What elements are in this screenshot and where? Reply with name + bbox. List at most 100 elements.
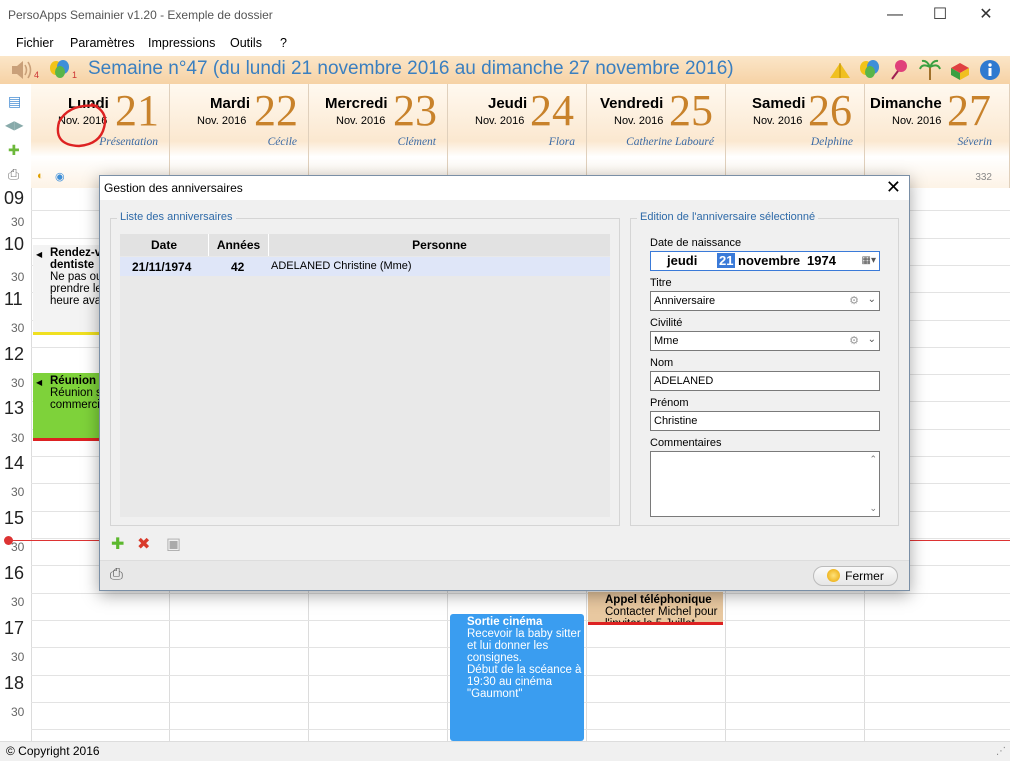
hour-label: 10 [4,234,25,254]
birthdate-day[interactable]: 21 [717,253,736,268]
chevron-down-icon[interactable]: ⌄ [868,294,876,305]
civilite-label: Civilité [650,317,683,329]
nom-field[interactable]: ADELANED [650,371,880,391]
birthday-list-group: Liste des anniversaires Date Années Pers… [110,211,620,526]
column-header-person[interactable]: Personne [269,234,610,256]
print-icon[interactable]: ⎙ [8,166,19,183]
gear-icon[interactable]: ⚙ [849,294,859,307]
titre-label: Titre [650,277,672,289]
add-icon[interactable]: ✚ [8,142,20,159]
chevron-down-icon[interactable]: ⌄ [868,334,876,345]
nom-label: Nom [650,357,674,369]
hour-label: 16 [4,563,25,583]
event-body: Contacter Michel pour l'inviter le 5 Jui… [605,606,718,625]
pin-icon[interactable] [889,59,911,81]
close-button[interactable]: ✕ [963,0,1009,31]
balloons-icon[interactable] [48,59,70,81]
event-appel[interactable]: Appel téléphonique Contacter Michel pour… [588,592,723,625]
day-count: 332 [975,172,992,183]
scroll-down-icon[interactable]: ⌄ [869,503,877,514]
day-name: Mardi [210,95,251,112]
maximize-button[interactable]: ☐ [917,0,963,31]
day-header-sunday[interactable]: Dimanche Nov. 2016 27 Séverin 332 [865,84,1010,188]
minimize-button[interactable]: — [872,0,918,31]
birthdate-label: Date de naissance [650,237,742,249]
menu-fichier[interactable]: Fichier [16,36,54,50]
view-list-icon[interactable]: ▤ [8,93,21,110]
gear-icon[interactable]: ⚙ [849,334,859,347]
birthdate-picker[interactable]: jeudi 21 novembre 1974 ▦▾ [650,251,880,271]
menu-outils[interactable]: Outils [230,36,262,50]
speaker-badge: 4 [34,70,40,80]
day-header-saturday[interactable]: Samedi Nov. 2016 26 Delphine [726,84,865,188]
birthday-table[interactable]: Date Années Personne 21/11/1974 42 ADELA… [120,234,610,517]
close-dialog-button[interactable]: Fermer [813,566,898,586]
birthdate-month[interactable]: novembre [738,253,800,268]
add-icon[interactable]: ✚ [111,534,124,554]
half-hour-label: 30 [11,376,25,390]
hour-label: 14 [4,453,25,473]
day-saint: Catherine Labouré [626,136,714,148]
gift-icon[interactable] [949,59,971,81]
grid-column-divider [31,188,32,741]
hour-label: 11 [4,289,23,309]
tent-icon[interactable] [829,59,851,81]
status-bar: © Copyright 2016 ⋰ [0,741,1010,761]
hour-label: 15 [4,508,25,528]
copyright-text: © Copyright 2016 [6,744,100,758]
table-row[interactable]: 21/11/1974 42 ADELANED Christine (Mme) [120,257,610,276]
cell-date: 21/11/1974 [132,260,192,274]
column-header-years[interactable]: Années [209,234,269,256]
birthdate-year[interactable]: 1974 [807,253,836,268]
half-hour-label: 30 [11,215,25,229]
palm-tree-icon[interactable] [919,59,941,81]
calendar-dropdown-icon[interactable]: ▦▾ [862,255,876,266]
day-header-wednesday[interactable]: Mercredi Nov. 2016 23 Clément [309,84,448,188]
reminder-icon: ◀ [36,250,43,259]
prenom-value: Christine [654,415,698,427]
half-hour-label: 30 [11,705,25,719]
day-name: Dimanche [870,95,942,112]
day-month: Nov. 2016 [475,115,525,127]
birthday-dialog: Gestion des anniversaires ✕ Liste des an… [99,175,910,591]
civilite-select[interactable]: Mme ⚙ ⌄ [650,331,880,351]
titre-select[interactable]: Anniversaire ⚙ ⌄ [650,291,880,311]
group-label: Liste des anniversaires [117,211,236,223]
day-saint: Clément [397,136,436,148]
save-icon[interactable]: ▣ [166,534,181,554]
day-header-tuesday[interactable]: Mardi Nov. 2016 22 Cécile [170,84,309,188]
half-hour-label: 30 [11,431,25,445]
dialog-close-icon[interactable]: ✕ [886,177,901,198]
day-month: Nov. 2016 [614,115,664,127]
day-header-monday[interactable]: Lundi Nov. 2016 21 Présentation ◐ ◉ [31,84,170,188]
speaker-icon[interactable] [10,59,32,81]
dialog-title: Gestion des anniversaires [104,181,243,195]
resize-grip-icon[interactable]: ⋰ [996,746,1006,757]
menu-bar: Fichier Paramètres Impressions Outils ? [0,31,1010,56]
balloons-birthday-icon[interactable] [859,59,881,81]
delete-icon[interactable]: ✖ [137,534,150,554]
week-bar: 4 1 Semaine n°47 (du lundi 21 novembre 2… [0,56,1010,84]
info-icon[interactable] [979,59,1001,81]
prev-next-icon[interactable]: ◀▶ [5,118,23,132]
menu-help[interactable]: ? [280,36,287,50]
day-header-thursday[interactable]: Jeudi Nov. 2016 24 Flora [448,84,587,188]
print-icon[interactable]: ⎙ [110,566,123,584]
reminder-icon: ◀ [36,378,43,387]
prenom-field[interactable]: Christine [650,411,880,431]
event-cinema[interactable]: Sortie cinéma Recevoir la baby sitter et… [450,614,584,741]
column-header-date[interactable]: Date [120,234,209,256]
birthday-edit-group: Edition de l'anniversaire sélectionné Da… [630,211,899,526]
day-header-friday[interactable]: Vendredi Nov. 2016 25 Catherine Labouré [587,84,726,188]
menu-impressions[interactable]: Impressions [148,36,215,50]
day-saint: Flora [548,136,575,148]
close-dialog-label: Fermer [845,569,884,583]
comments-textarea[interactable]: ⌃ ⌄ [650,451,880,517]
menu-parametres[interactable]: Paramètres [70,36,135,50]
hour-label: 18 [4,673,25,693]
balloons-badge: 1 [72,70,78,80]
day-month: Nov. 2016 [197,115,247,127]
dialog-titlebar[interactable]: Gestion des anniversaires ✕ [100,176,909,200]
scroll-up-icon[interactable]: ⌃ [869,454,877,465]
event-body: Recevoir la baby sitter et lui donner le… [467,628,582,700]
